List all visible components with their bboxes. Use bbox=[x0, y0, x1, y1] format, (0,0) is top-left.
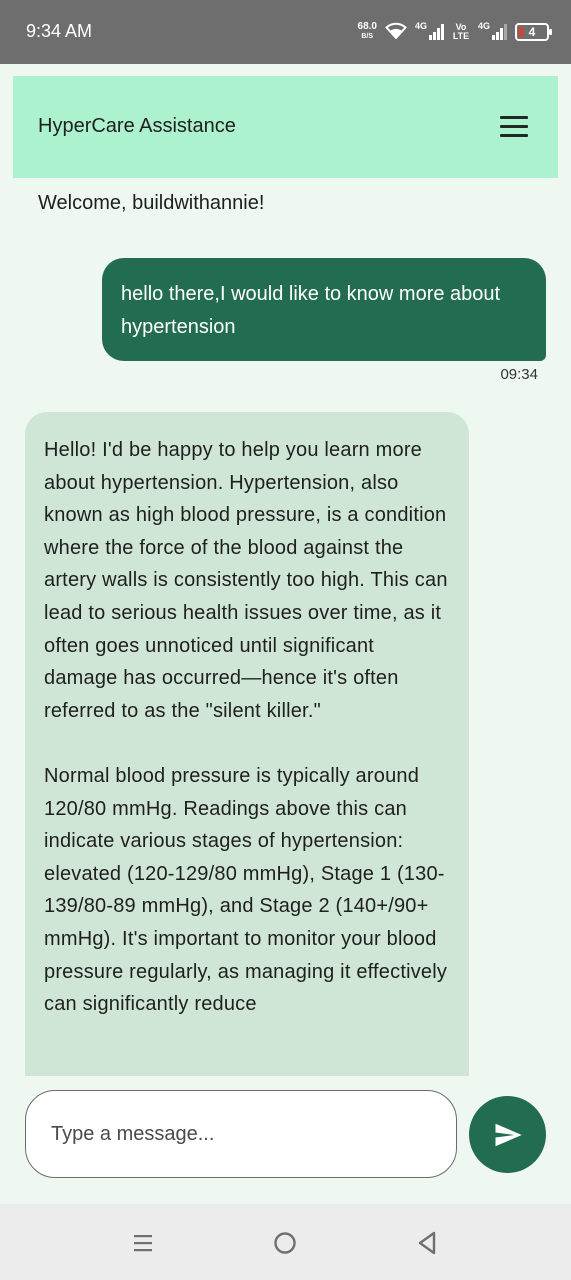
assistant-message-bubble: Hello! I'd be happy to help you learn mo… bbox=[25, 412, 469, 1076]
battery-level: 4 bbox=[528, 25, 536, 39]
user-message-bubble: hello there,I would like to know more ab… bbox=[102, 258, 546, 361]
signal-icon: 4G bbox=[478, 21, 507, 40]
status-time: 9:34 AM bbox=[26, 21, 93, 41]
network-speed: 68.0 B/S bbox=[358, 22, 377, 42]
battery-icon: 4 bbox=[515, 23, 552, 41]
app-title: HyperCare Assistance bbox=[38, 115, 236, 137]
network-speed-unit: B/S bbox=[361, 33, 374, 40]
assistant-message-paragraph: Normal blood pressure is typically aroun… bbox=[44, 764, 448, 1016]
volte-indicator: Vo LTE bbox=[452, 22, 470, 41]
back-button[interactable] bbox=[412, 1228, 442, 1258]
send-button[interactable] bbox=[469, 1096, 546, 1173]
app-header: HyperCare Assistance bbox=[13, 76, 558, 178]
system-navigation-bar bbox=[0, 1204, 571, 1280]
sim2-network-type: 4G bbox=[478, 21, 491, 31]
recents-button[interactable] bbox=[128, 1228, 158, 1258]
network-speed-value: 68.0 bbox=[357, 21, 377, 32]
status-bar: 9:34 AM 68.0 B/S 4G Vo LTE 4G 4 bbox=[0, 0, 571, 64]
home-button[interactable] bbox=[270, 1228, 300, 1258]
status-icons: 68.0 B/S 4G Vo LTE 4G 4 bbox=[358, 18, 552, 46]
home-icon bbox=[274, 1232, 296, 1254]
chat-messages[interactable]: hello there,I would like to know more ab… bbox=[0, 240, 571, 1076]
recents-icon bbox=[134, 1235, 152, 1252]
sim1-network-type: 4G bbox=[415, 21, 428, 31]
message-composer bbox=[0, 1076, 571, 1204]
wifi-icon bbox=[385, 21, 407, 44]
assistant-message-paragraph: Hello! I'd be happy to help you learn mo… bbox=[44, 439, 448, 722]
hamburger-menu-icon[interactable] bbox=[500, 116, 528, 138]
signal-icon: 4G bbox=[415, 21, 444, 40]
welcome-message: Welcome, buildwithannie! bbox=[38, 192, 265, 214]
back-icon bbox=[418, 1231, 436, 1255]
send-icon bbox=[495, 1123, 522, 1146]
message-input[interactable] bbox=[25, 1090, 457, 1178]
message-timestamp: 09:34 bbox=[500, 366, 538, 383]
